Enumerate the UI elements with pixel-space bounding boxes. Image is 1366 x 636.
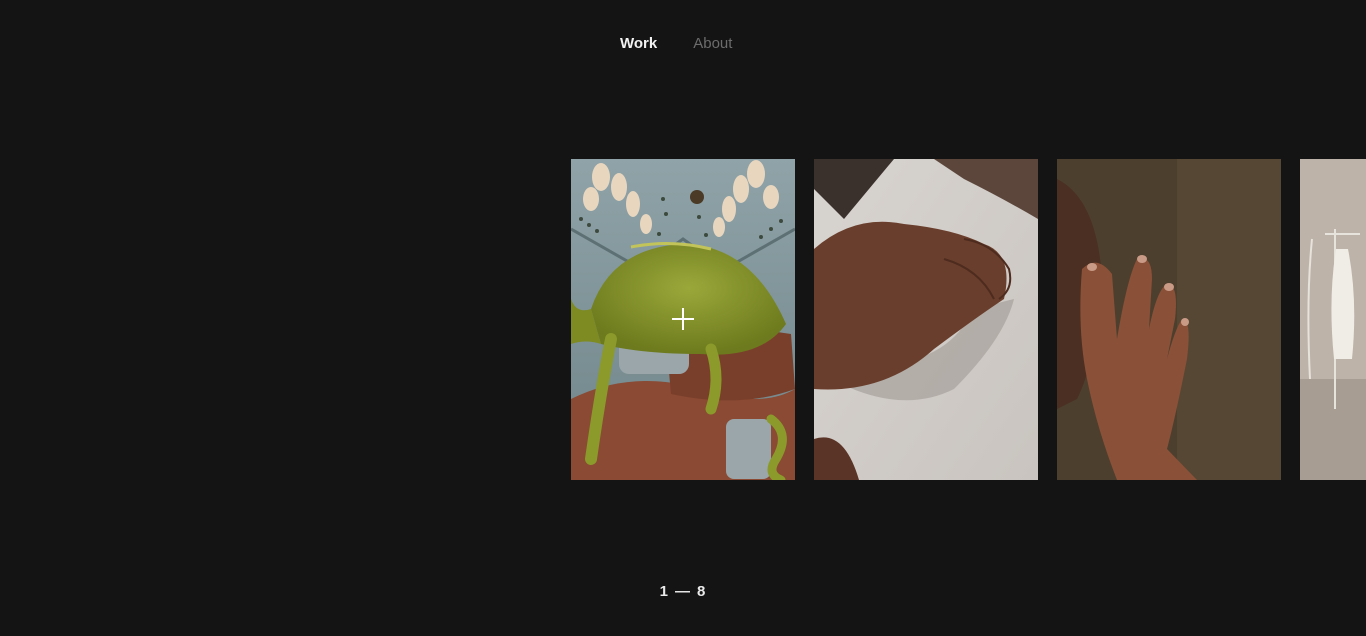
carousel-slide-hand-face[interactable] [1057, 159, 1281, 480]
carousel-slide-clothing-rack[interactable] [1300, 159, 1366, 480]
nav-link-work[interactable]: Work [620, 34, 657, 54]
counter-total: 8 [697, 583, 707, 600]
slide-counter: 1 — 8 [0, 583, 1366, 600]
carousel-slide-hand-white[interactable] [814, 159, 1038, 480]
counter-separator: — [675, 583, 691, 600]
hand-on-face-photo [1057, 159, 1281, 480]
carousel-track [571, 159, 1366, 480]
top-nav: Work About [620, 34, 732, 54]
counter-current: 1 [659, 583, 669, 600]
carousel-slide-chameleon[interactable] [571, 159, 795, 480]
chameleon-on-hands-photo [571, 159, 795, 480]
clothing-rack-photo [1300, 159, 1366, 480]
nav-link-about[interactable]: About [693, 34, 732, 54]
hand-on-white-surface-photo [814, 159, 1038, 480]
image-carousel[interactable] [571, 159, 1366, 480]
page: Work About 1 — 8 [0, 0, 1366, 636]
